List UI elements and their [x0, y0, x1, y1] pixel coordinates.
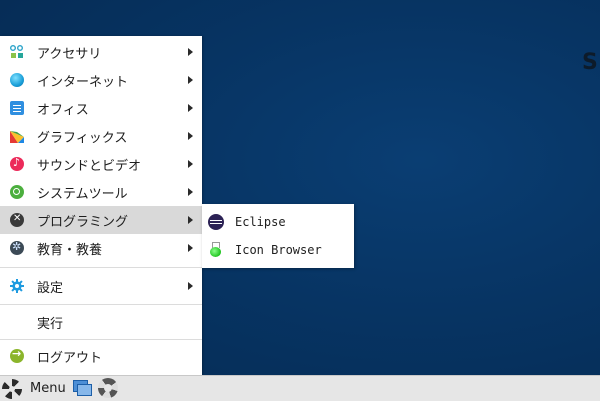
menu-item-label: グラフィックス: [37, 130, 128, 146]
menu-item-label: サウンドとビデオ: [37, 158, 142, 174]
main-menu: アクセサリ インターネット オフィス グラフィックス サウンドとビデオ システム…: [0, 36, 202, 375]
graphics-icon: [10, 129, 24, 143]
submenu-arrow-icon: [188, 188, 193, 196]
menu-item-label: アクセサリ: [37, 46, 102, 62]
menu-item-label: プログラミング: [37, 214, 129, 230]
menu-separator: [0, 339, 202, 340]
accessories-icon: [10, 45, 24, 59]
submenu-arrow-icon: [188, 76, 193, 84]
menu-item-label: 設定: [37, 280, 64, 296]
menu-item-run[interactable]: 実行: [0, 308, 202, 336]
submenu-arrow-icon: [188, 132, 193, 140]
menu-separator: [0, 304, 202, 305]
submenu-arrow-icon: [188, 160, 193, 168]
menu-item-office[interactable]: オフィス: [0, 94, 202, 122]
menu-item-label: ログアウト: [37, 350, 103, 366]
submenu-item-icon-browser[interactable]: Icon Browser: [202, 236, 354, 264]
menu-item-settings[interactable]: 設定: [0, 272, 202, 300]
submenu-item-label: Icon Browser: [235, 243, 322, 257]
menu-item-label: インターネット: [37, 74, 129, 90]
submenu-arrow-icon: [188, 216, 193, 224]
submenu-arrow-icon: [188, 104, 193, 112]
desktop-logo-icon: S: [582, 52, 598, 74]
office-icon: [10, 101, 24, 115]
education-icon: [10, 240, 24, 255]
eclipse-icon: [208, 214, 224, 230]
submenu-item-label: Eclipse: [235, 215, 286, 229]
menu-item-programming[interactable]: プログラミング: [0, 206, 202, 234]
programming-submenu: Eclipse Icon Browser: [202, 204, 354, 268]
menu-item-label: 実行: [37, 316, 64, 332]
menu-item-education[interactable]: 教育・教養: [0, 234, 202, 262]
logout-icon: [10, 347, 24, 363]
submenu-arrow-icon: [188, 282, 193, 290]
submenu-arrow-icon: [188, 244, 193, 252]
menu-item-label: システムツール: [37, 186, 128, 202]
menu-item-logout[interactable]: ログアウト: [0, 342, 202, 370]
menu-item-label: オフィス: [37, 102, 89, 118]
programming-icon: [10, 213, 24, 227]
menu-item-sound-video[interactable]: サウンドとビデオ: [0, 150, 202, 178]
menu-item-label: 教育・教養: [37, 242, 103, 258]
menu-item-accessories[interactable]: アクセサリ: [0, 38, 202, 66]
launcher-spiral-icon[interactable]: [98, 378, 118, 398]
internet-icon: [10, 73, 24, 87]
menu-item-graphics[interactable]: グラフィックス: [0, 122, 202, 150]
show-desktop-icon[interactable]: [73, 380, 92, 396]
submenu-item-eclipse[interactable]: Eclipse: [202, 208, 354, 236]
menu-spiral-icon: [2, 378, 22, 399]
submenu-arrow-icon: [188, 48, 193, 56]
menu-item-system-tools[interactable]: システムツール: [0, 178, 202, 206]
menu-item-internet[interactable]: インターネット: [0, 66, 202, 94]
taskbar: Menu: [0, 375, 600, 401]
menu-button-label: Menu: [30, 381, 66, 396]
system-tools-icon: [10, 185, 24, 199]
icon-browser-icon: [208, 242, 224, 258]
settings-gear-icon: [10, 279, 24, 293]
menu-separator: [0, 267, 202, 268]
sound-video-icon: [10, 156, 24, 171]
